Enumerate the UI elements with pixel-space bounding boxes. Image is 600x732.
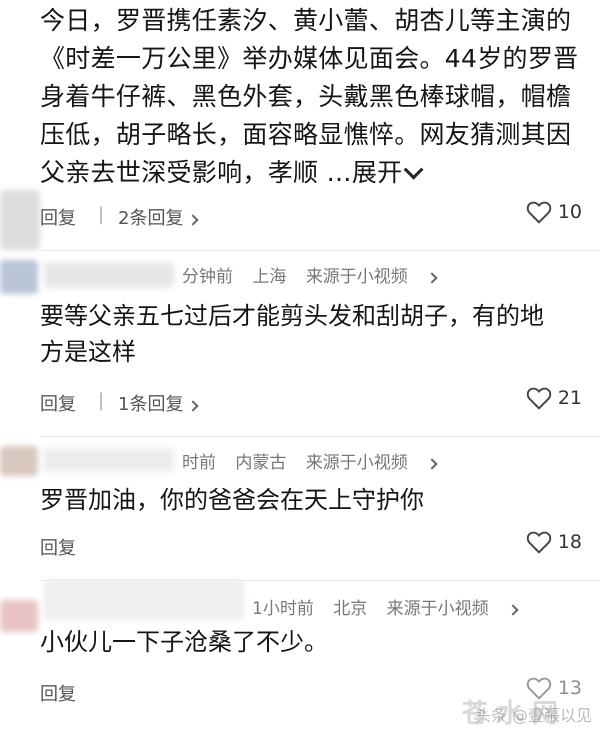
heart-icon (526, 531, 552, 554)
chevron-right-icon (426, 458, 438, 470)
like-button[interactable]: 10 (526, 200, 582, 224)
view-replies-button[interactable]: 2条回复 (118, 204, 200, 230)
blurred-username (44, 448, 174, 472)
comment-text: 小伙儿一下子沧桑了不少。 (40, 628, 328, 656)
view-replies-button[interactable]: 1条回复 (118, 390, 200, 416)
like-count: 18 (557, 531, 582, 553)
chevron-right-icon (187, 400, 200, 412)
post-text: 今日，罗晋携任素汐、黄小蕾、胡杏儿等主演的《时差一万公里》举办媒体见面会。44岁… (40, 6, 579, 187)
comment-location: 北京 (333, 599, 368, 619)
divider (40, 250, 600, 251)
like-count: 13 (557, 677, 582, 699)
chevron-down-icon (404, 159, 424, 180)
watermark-text: 头条 @壹張以见 (474, 706, 592, 725)
divider (40, 580, 600, 581)
heart-icon (526, 201, 552, 224)
blurred-username (44, 580, 244, 620)
heart-icon (526, 387, 552, 410)
chevron-right-icon (187, 214, 200, 226)
divider (40, 436, 600, 437)
avatar (0, 260, 38, 294)
comment-meta: 分钟前 上海 来源于小视频 (182, 262, 464, 287)
reply-button[interactable]: 回复 (40, 204, 76, 230)
reply-button[interactable]: 回复 (40, 534, 76, 560)
like-count: 10 (557, 201, 582, 223)
comment-time: 时前 (182, 453, 216, 473)
blurred-username (44, 262, 174, 288)
comment-actions: 回复 | 1条回复 21 (0, 384, 600, 420)
separator: | (98, 390, 105, 411)
comment-location: 上海 (252, 267, 287, 287)
comment-time: 分钟前 (182, 267, 233, 287)
comment-meta: 时前 内蒙古 来源于小视频 (182, 448, 464, 473)
comment-source[interactable]: 来源于小视频 (306, 267, 450, 287)
avatar (0, 600, 38, 632)
comment-actions: 回复 18 (0, 528, 600, 564)
separator: | (98, 204, 105, 225)
comment-location: 内蒙古 (235, 453, 287, 473)
post-actions: 回复 | 2条回复 10 (0, 198, 600, 234)
reply-button[interactable]: 回复 (40, 680, 76, 706)
post-body: 今日，罗晋携任素汐、黄小蕾、胡杏儿等主演的《时差一万公里》举办媒体见面会。44岁… (40, 2, 588, 192)
like-button[interactable]: 21 (526, 386, 582, 410)
reply-button[interactable]: 回复 (40, 390, 76, 416)
like-button[interactable]: 18 (526, 530, 582, 554)
comment-time: 1小时前 (252, 599, 314, 619)
avatar (0, 446, 38, 476)
like-count: 21 (557, 387, 582, 409)
comment-meta: 1小时前 北京 来源于小视频 (252, 594, 545, 619)
comment-source[interactable]: 来源于小视频 (387, 599, 531, 619)
expand-button[interactable]: 展开 (352, 158, 424, 187)
comment-text: 要等父亲五七过后才能剪头发和刮胡子，有的地方是这样 (40, 302, 544, 366)
chevron-right-icon (426, 272, 438, 284)
chevron-right-icon (506, 604, 519, 616)
comment-text: 罗晋加油，你的爸爸会在天上守护你 (40, 486, 424, 514)
comment-source[interactable]: 来源于小视频 (306, 453, 450, 473)
